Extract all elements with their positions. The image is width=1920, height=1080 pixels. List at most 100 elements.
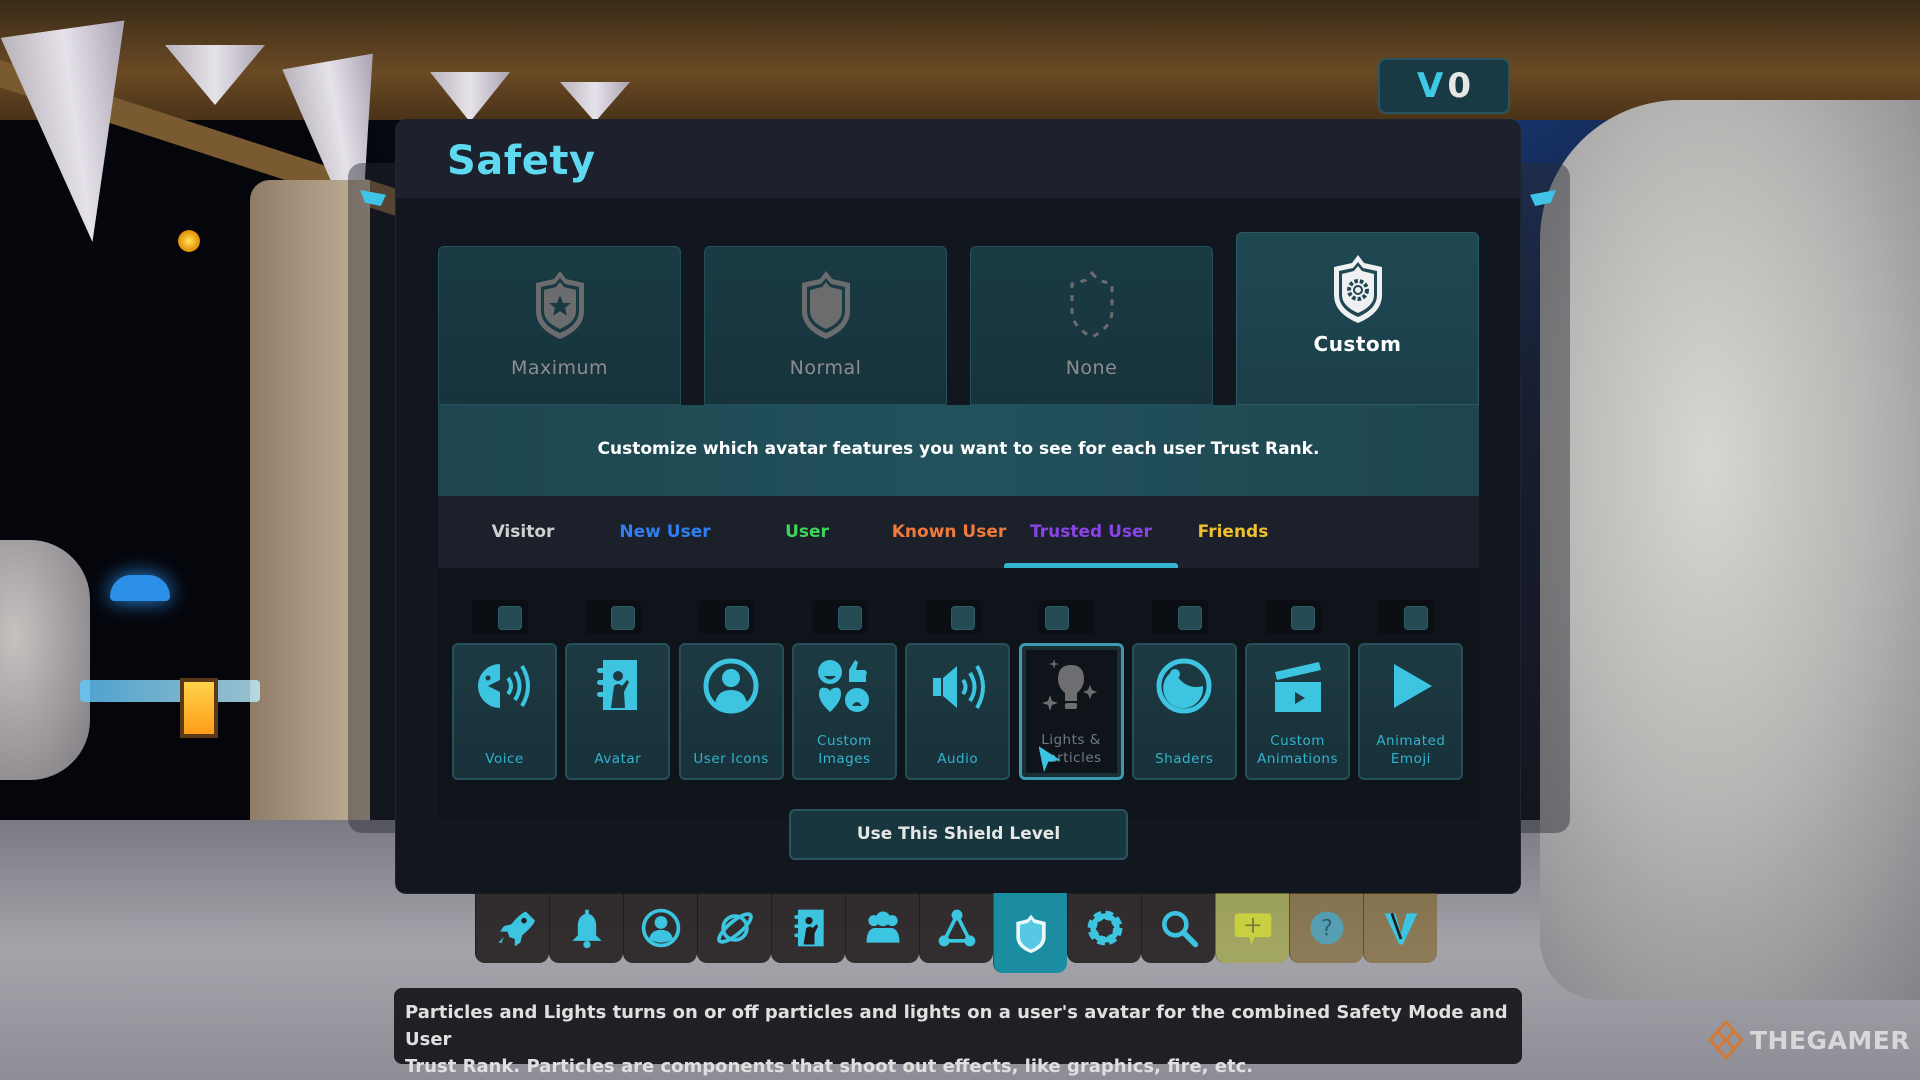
toggle-audio[interactable] xyxy=(925,600,982,634)
play-icon xyxy=(1393,664,1432,708)
feature-label: Audio xyxy=(937,751,979,767)
user-circle-icon xyxy=(641,908,680,948)
panel-header: Safety xyxy=(396,120,1520,198)
avatar-book-icon xyxy=(793,909,824,947)
trust-rank-tabs: Visitor New User User Known User Trusted… xyxy=(438,496,1479,568)
search-icon xyxy=(1161,911,1198,948)
page-title: Safety xyxy=(447,138,596,184)
toggle-custom-animations[interactable] xyxy=(1265,600,1322,634)
v-logo-icon xyxy=(1384,912,1417,945)
feature-label: Custom Images xyxy=(817,733,872,767)
info-text: Customize which avatar features you want… xyxy=(597,439,1320,459)
nav-vrchat-plus[interactable] xyxy=(1363,893,1437,963)
gear-icon xyxy=(1087,910,1122,946)
rocket-icon xyxy=(497,911,535,947)
toggle-lights-particles[interactable] xyxy=(1038,600,1095,634)
nav-launch[interactable] xyxy=(475,893,549,963)
user-icon xyxy=(703,658,759,714)
toggle-shaders[interactable] xyxy=(1151,600,1208,634)
feature-custom-animations[interactable]: Custom Animations xyxy=(1245,643,1351,780)
currency-amount: 0 xyxy=(1447,66,1471,106)
chat-plus-icon xyxy=(1234,913,1271,945)
feature-label: Shaders xyxy=(1155,751,1214,767)
preset-custom[interactable]: Custom xyxy=(1236,232,1479,405)
feature-label: Lights & Particles xyxy=(1040,732,1102,766)
feature-lights-particles[interactable]: Lights & Particles xyxy=(1018,643,1124,780)
nav-settings[interactable] xyxy=(1067,893,1141,963)
tooltip: Particles and Lights turns on or off par… xyxy=(394,988,1522,1077)
feature-user-icons[interactable]: User Icons xyxy=(678,643,784,780)
preset-none[interactable]: None xyxy=(970,246,1213,405)
nav-search[interactable] xyxy=(1141,893,1215,963)
lightbulb-icon xyxy=(1042,659,1097,711)
nav-chat[interactable] xyxy=(1215,893,1289,963)
feature-avatar[interactable]: Avatar xyxy=(565,643,671,780)
shield-icon xyxy=(1015,914,1046,954)
bell-icon xyxy=(571,909,602,949)
toggle-knob xyxy=(837,606,862,630)
feature-label: Avatar xyxy=(594,751,642,767)
toggle-knob xyxy=(1404,606,1429,630)
feature-label: Custom Animations xyxy=(1257,733,1339,767)
toggle-knob xyxy=(724,606,749,630)
nav-social[interactable] xyxy=(845,893,919,963)
feature-shaders[interactable]: Shaders xyxy=(1131,643,1237,780)
toggle-avatar[interactable] xyxy=(585,600,642,634)
toggle-knob xyxy=(951,606,976,630)
toggle-voice[interactable] xyxy=(472,600,528,634)
preset-label: None xyxy=(1065,357,1118,379)
v-currency-icon: V xyxy=(1417,66,1444,106)
toggle-knob xyxy=(498,606,522,630)
toggle-animated-emoji[interactable] xyxy=(1378,600,1435,634)
roof-beam xyxy=(0,0,1920,120)
tab-friends[interactable]: Friends xyxy=(1146,496,1320,568)
toggle-user-icons[interactable] xyxy=(698,600,755,634)
quick-menu-bar: ? xyxy=(475,893,1437,973)
avatar-icon xyxy=(596,660,637,710)
preset-normal[interactable]: Normal xyxy=(704,246,947,405)
preset-maximum[interactable]: Maximum xyxy=(438,246,681,405)
glowing-mushroom xyxy=(110,575,170,601)
feature-audio[interactable]: Audio xyxy=(905,643,1011,780)
audio-icon xyxy=(932,665,985,709)
toggle-knob xyxy=(1291,606,1316,630)
hanging-lamp xyxy=(178,230,200,252)
feature-animated-emoji[interactable]: Animated Emoji xyxy=(1358,643,1464,780)
feature-label: Voice xyxy=(485,751,524,767)
preset-label: Custom xyxy=(1313,332,1402,356)
use-shield-level-button[interactable]: Use This Shield Level xyxy=(789,809,1128,860)
info-banner: Customize which avatar features you want… xyxy=(438,405,1479,496)
nav-notifications[interactable] xyxy=(549,893,623,963)
toggle-knob xyxy=(1044,606,1069,630)
nav-safety[interactable] xyxy=(993,893,1067,973)
nav-help[interactable]: ? xyxy=(1289,893,1363,963)
shield-gear-icon xyxy=(1333,255,1382,323)
feature-voice[interactable]: Voice xyxy=(452,643,557,780)
feature-custom-images[interactable]: Custom Images xyxy=(791,643,897,780)
nav-profile[interactable] xyxy=(623,893,697,963)
help-icon: ? xyxy=(1310,911,1343,945)
voice-icon xyxy=(477,664,530,708)
preset-label: Maximum xyxy=(510,357,609,379)
feature-label: Animated Emoji xyxy=(1376,733,1446,767)
shaders-icon xyxy=(1156,658,1212,714)
network-icon xyxy=(938,909,975,947)
currency-badge[interactable]: V 0 xyxy=(1378,58,1510,114)
watermark: THEGAMER xyxy=(1708,1020,1910,1060)
shield-star-icon xyxy=(535,271,584,339)
pool xyxy=(80,680,260,702)
nav-avatars[interactable] xyxy=(771,893,845,963)
group-icon xyxy=(866,911,899,943)
toggle-custom-images[interactable] xyxy=(811,600,868,634)
watermark-text: THEGAMER xyxy=(1750,1025,1911,1055)
planet-icon xyxy=(716,912,753,944)
nav-network[interactable] xyxy=(919,893,993,963)
toggle-knob xyxy=(611,606,636,630)
shield-dashed-icon xyxy=(1070,270,1113,339)
rock xyxy=(0,540,90,780)
tooltip-line: Trust Rank. Particles are components tha… xyxy=(405,1056,1254,1077)
custom-images-icon xyxy=(818,660,870,712)
lantern xyxy=(180,678,218,738)
rock xyxy=(1540,100,1920,1000)
nav-worlds[interactable] xyxy=(697,893,771,963)
